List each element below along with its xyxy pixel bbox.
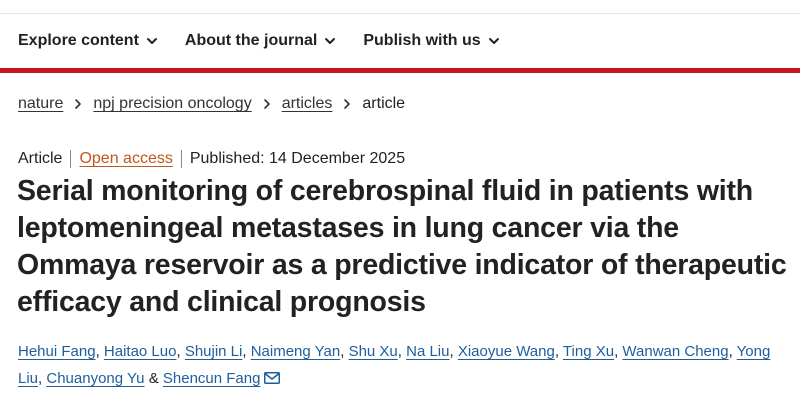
breadcrumb-link-articles[interactable]: articles: [282, 95, 333, 113]
chevron-right-icon: [259, 96, 275, 112]
open-access-link[interactable]: Open access: [79, 150, 172, 168]
author-link[interactable]: Shu Xu: [349, 343, 398, 360]
author-link[interactable]: Shujin Li: [185, 343, 243, 360]
meta-divider: [70, 150, 72, 168]
chevron-down-icon: [487, 34, 501, 48]
chevron-down-icon: [323, 34, 337, 48]
article-meta: Article Open access Published: 14 Decemb…: [18, 150, 405, 168]
nav-about-journal[interactable]: About the journal: [185, 32, 337, 50]
author-link[interactable]: Haitao Luo: [104, 343, 177, 360]
author-link[interactable]: Hehui Fang: [18, 343, 96, 360]
author-list: Hehui Fang, Haitao Luo, Shujin Li, Naime…: [18, 343, 771, 387]
breadcrumb: nature npj precision oncology articles a…: [18, 95, 405, 113]
nav-publish-with-us[interactable]: Publish with us: [363, 32, 500, 50]
published-date: Published: 14 December 2025: [189, 150, 406, 167]
author-link[interactable]: Naimeng Yan: [251, 343, 341, 360]
author-link[interactable]: Ting Xu: [563, 343, 614, 360]
meta-divider: [180, 150, 182, 168]
author-link[interactable]: Xiaoyue Wang: [458, 343, 555, 360]
chevron-down-icon: [145, 34, 159, 48]
author-link[interactable]: Na Liu: [406, 343, 449, 360]
brand-divider-bar: [0, 68, 800, 73]
article-title: Serial monitoring of cerebrospinal fluid…: [17, 175, 787, 318]
nav-publish-with-us-label: Publish with us: [363, 32, 481, 49]
breadcrumb-link-journal[interactable]: npj precision oncology: [93, 95, 251, 113]
main-navigation: Explore content About the journal Publis…: [0, 14, 800, 68]
chevron-right-icon: [70, 96, 86, 112]
nav-explore-content-label: Explore content: [18, 32, 139, 49]
author-link[interactable]: Shencun Fang: [163, 370, 261, 387]
author-link[interactable]: Chuanyong Yu: [46, 370, 144, 387]
nav-explore-content[interactable]: Explore content: [18, 32, 159, 50]
top-strip: [0, 0, 800, 14]
article-type: Article: [18, 150, 63, 167]
breadcrumb-link-nature[interactable]: nature: [18, 95, 63, 113]
breadcrumb-current: article: [362, 95, 406, 112]
chevron-right-icon: [339, 96, 355, 112]
envelope-icon[interactable]: [264, 372, 281, 384]
nav-about-journal-label: About the journal: [184, 32, 318, 49]
author-link[interactable]: Wanwan Cheng: [622, 343, 728, 360]
